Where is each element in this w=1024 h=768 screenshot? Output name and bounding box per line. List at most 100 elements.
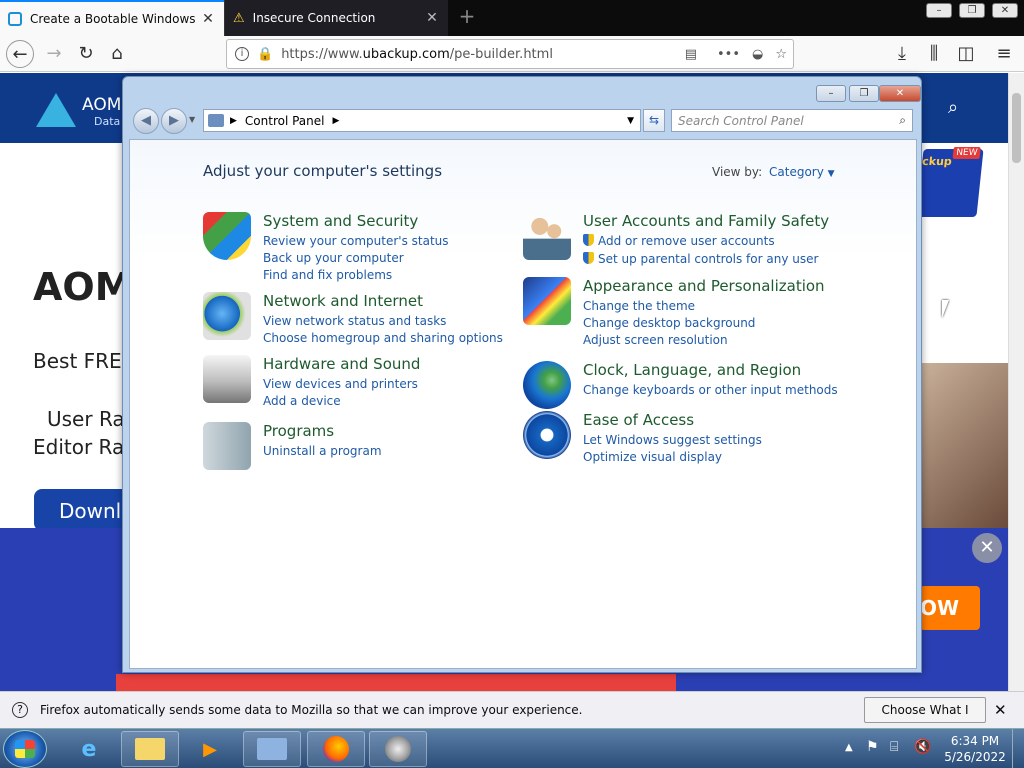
cta-button[interactable]: OW: [920, 586, 980, 630]
close-tab-icon[interactable]: ✕: [424, 10, 440, 26]
search-icon[interactable]: ⌕: [948, 97, 958, 118]
url-text[interactable]: https://www.ubackup.com/pe-builder.html: [281, 47, 553, 62]
reader-view-icon[interactable]: ▤: [685, 47, 697, 62]
category-title[interactable]: Hardware and Sound: [263, 355, 420, 373]
tab-active[interactable]: Create a Bootable Windows PE ✕: [0, 0, 224, 36]
link[interactable]: Find and fix problems: [263, 268, 392, 282]
start-button[interactable]: [3, 730, 47, 768]
link[interactable]: Change desktop background: [583, 316, 755, 330]
bookmark-star-icon[interactable]: ☆: [775, 47, 787, 62]
forward-button-icon[interactable]: ▶: [161, 108, 187, 134]
category-title[interactable]: System and Security: [263, 212, 418, 230]
badge-new: NEW: [952, 147, 982, 159]
download-icon[interactable]: ⤓: [888, 40, 916, 68]
link[interactable]: View network status and tasks: [263, 314, 446, 328]
link[interactable]: View devices and printers: [263, 377, 418, 391]
link[interactable]: Change the theme: [583, 299, 695, 313]
category-title[interactable]: Network and Internet: [263, 292, 423, 310]
globe-clock-icon[interactable]: [523, 361, 571, 409]
appearance-icon[interactable]: [523, 277, 571, 325]
link[interactable]: Back up your computer: [263, 251, 404, 265]
forward-arrow-icon[interactable]: →: [40, 40, 68, 68]
control-panel-taskbar-icon[interactable]: [243, 731, 301, 767]
category-title[interactable]: Ease of Access: [583, 411, 694, 429]
recent-pages-icon[interactable]: ▼: [189, 115, 195, 124]
cp-close-button[interactable]: ✕: [879, 85, 921, 102]
category-title[interactable]: Clock, Language, and Region: [583, 361, 801, 379]
file-explorer-icon[interactable]: [121, 731, 179, 767]
breadcrumb-arrow-icon[interactable]: ▶: [230, 116, 237, 126]
address-bar[interactable]: ▶ Control Panel ▶ ▼: [203, 109, 641, 132]
search-icon[interactable]: ⌕: [899, 113, 906, 128]
clock[interactable]: 6:34 PM 5/26/2022: [942, 733, 1008, 765]
banner-stripe: [116, 674, 676, 691]
uac-shield-icon: [583, 234, 594, 246]
link[interactable]: Let Windows suggest settings: [583, 433, 762, 447]
view-by-dropdown[interactable]: Category ▼: [769, 165, 835, 179]
menu-icon[interactable]: ≡: [990, 40, 1018, 68]
link[interactable]: Add or remove user accounts: [583, 234, 775, 248]
show-hidden-icons[interactable]: ▲: [845, 742, 853, 753]
ease-of-access-icon[interactable]: [523, 411, 571, 459]
back-button-icon[interactable]: ◀: [133, 108, 159, 134]
volume-muted-icon[interactable]: 🔇: [914, 739, 931, 755]
minimize-button[interactable]: –: [926, 3, 952, 18]
breadcrumb-arrow-icon[interactable]: ▶: [333, 116, 340, 126]
scrollbar-thumb[interactable]: [1012, 93, 1021, 163]
link[interactable]: Change keyboards or other input methods: [583, 383, 838, 397]
link[interactable]: Uninstall a program: [263, 444, 382, 458]
tab-title: Create a Bootable Windows PE: [30, 12, 200, 26]
sidebar-icon[interactable]: ◫: [952, 40, 980, 68]
close-notification-icon[interactable]: ✕: [994, 701, 1007, 719]
disk-app-icon[interactable]: [369, 731, 427, 767]
printer-icon[interactable]: [203, 355, 251, 403]
home-icon[interactable]: ⌂: [103, 40, 131, 68]
link[interactable]: Set up parental controls for any user: [583, 252, 818, 266]
close-tab-icon[interactable]: ✕: [200, 11, 216, 27]
category-title[interactable]: User Accounts and Family Safety: [583, 212, 829, 230]
search-input[interactable]: Search Control Panel ⌕: [671, 109, 913, 132]
link[interactable]: Choose homegroup and sharing options: [263, 331, 503, 345]
info-icon[interactable]: i: [235, 47, 249, 61]
pocket-icon[interactable]: ◒: [752, 47, 763, 62]
dropdown-arrow-icon[interactable]: ▼: [627, 116, 634, 126]
category-title[interactable]: Appearance and Personalization: [583, 277, 825, 295]
network-tray-icon[interactable]: ⌸: [890, 739, 898, 755]
internet-explorer-icon[interactable]: e: [60, 731, 118, 767]
breadcrumb[interactable]: Control Panel: [245, 114, 325, 128]
media-player-icon[interactable]: ▶: [181, 731, 239, 767]
view-by-label: View by:: [712, 165, 763, 179]
reload-icon[interactable]: ↻: [72, 40, 100, 68]
refresh-icon[interactable]: ⇆: [643, 109, 665, 132]
link[interactable]: Review your computer's status: [263, 234, 449, 248]
cp-minimize-button[interactable]: –: [816, 85, 846, 102]
page-actions-icon[interactable]: •••: [717, 47, 740, 62]
chevron-down-icon: ▼: [827, 169, 835, 179]
logo-icon: [36, 93, 76, 127]
programs-icon[interactable]: [203, 422, 251, 470]
tab-insecure[interactable]: ⚠ Insecure Connection ✕: [224, 0, 448, 36]
view-by-value: Category: [769, 165, 824, 179]
category-title[interactable]: Programs: [263, 422, 334, 440]
network-icon[interactable]: [203, 292, 251, 340]
page-scrollbar[interactable]: [1008, 73, 1024, 691]
show-desktop-button[interactable]: [1012, 729, 1024, 768]
notification-message: Firefox automatically sends some data to…: [40, 703, 583, 717]
back-arrow-icon[interactable]: ←: [6, 40, 34, 68]
shield-icon[interactable]: [203, 212, 251, 260]
cp-maximize-button[interactable]: ❐: [849, 85, 879, 102]
library-icon[interactable]: ⫼: [920, 40, 948, 68]
new-tab-icon[interactable]: +: [456, 6, 478, 28]
maximize-button[interactable]: ❐: [959, 3, 985, 18]
choose-what-i-share-button[interactable]: Choose What I Share: [864, 697, 986, 741]
firefox-icon[interactable]: [307, 731, 365, 767]
url-bar[interactable]: i 🔒 https://www.ubackup.com/pe-builder.h…: [226, 39, 794, 69]
link[interactable]: Adjust screen resolution: [583, 333, 728, 347]
download-button[interactable]: Downlo: [34, 489, 134, 531]
link[interactable]: Optimize visual display: [583, 450, 722, 464]
close-window-button[interactable]: ✕: [992, 3, 1018, 18]
users-icon[interactable]: [523, 212, 571, 260]
link[interactable]: Add a device: [263, 394, 341, 408]
close-banner-icon[interactable]: ✕: [972, 533, 1002, 563]
action-center-flag-icon[interactable]: ⚑: [866, 739, 879, 755]
